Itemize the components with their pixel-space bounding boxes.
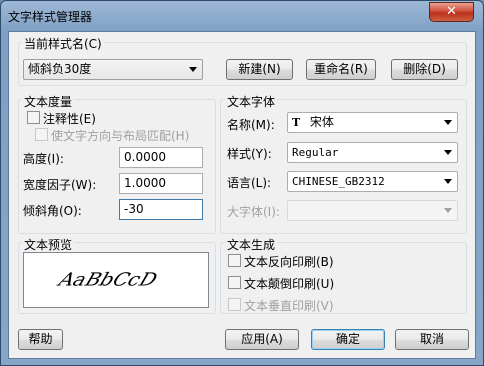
oblique-angle-input[interactable]: -30 bbox=[119, 199, 203, 220]
font-style-value: Regular bbox=[292, 146, 339, 159]
font-name-label: 名称(M): bbox=[227, 118, 275, 132]
chevron-down-icon bbox=[444, 179, 452, 184]
rename-button[interactable]: 重命名(R) bbox=[306, 59, 376, 80]
height-label: 高度(I): bbox=[23, 152, 64, 166]
width-factor-value: 1.0000 bbox=[124, 176, 166, 190]
backwards-label: 文本反向印刷(B) bbox=[244, 255, 334, 269]
big-font-label: 大字体(I): bbox=[227, 205, 280, 219]
truetype-icon: T bbox=[292, 116, 301, 129]
text-generation-title: 文本生成 bbox=[225, 236, 278, 253]
big-font-select[interactable] bbox=[287, 200, 458, 221]
language-label: 语言(L): bbox=[227, 176, 272, 190]
new-button[interactable]: 新建(N) bbox=[226, 59, 293, 80]
chevron-down-icon bbox=[189, 67, 197, 72]
text-preview-title: 文本预览 bbox=[22, 236, 75, 253]
match-orientation-label: 使文字方向与布局匹配(H) bbox=[51, 129, 190, 143]
dialog-window: 文字样式管理器 ✕ 当前样式名(C) 倾斜负30度 新建(N) 重命名(R) 删… bbox=[0, 0, 484, 366]
window-title: 文字样式管理器 bbox=[8, 10, 93, 24]
text-preview-box: AaBbCcD bbox=[23, 252, 209, 308]
vertical-label: 文本垂直印刷(V) bbox=[244, 299, 334, 313]
language-select[interactable]: CHINESE_GB2312 bbox=[287, 171, 458, 192]
font-style-select[interactable]: Regular bbox=[287, 142, 458, 163]
height-input[interactable]: 0.0000 bbox=[119, 147, 203, 168]
close-button[interactable]: ✕ bbox=[429, 2, 474, 22]
upside-down-checkbox[interactable] bbox=[228, 276, 241, 289]
current-style-label: 当前样式名(C) bbox=[22, 35, 104, 52]
language-value: CHINESE_GB2312 bbox=[292, 175, 385, 188]
annotative-checkbox[interactable] bbox=[27, 111, 40, 124]
text-font-title: 文本字体 bbox=[225, 93, 278, 110]
font-style-label: 样式(Y): bbox=[227, 147, 272, 161]
vertical-checkbox[interactable] bbox=[228, 298, 241, 311]
font-name-value: 宋体 bbox=[309, 115, 334, 129]
backwards-checkbox[interactable] bbox=[228, 254, 241, 267]
chevron-down-icon bbox=[444, 150, 452, 155]
chevron-down-icon bbox=[444, 208, 452, 213]
annotative-label: 注释性(E) bbox=[43, 112, 96, 126]
cancel-button[interactable]: 取消 bbox=[395, 329, 469, 350]
upside-down-label: 文本颠倒印刷(U) bbox=[244, 277, 335, 291]
title-bar[interactable]: 文字样式管理器 ✕ bbox=[1, 1, 483, 31]
help-button[interactable]: 帮助 bbox=[18, 329, 63, 350]
preview-sample-text: AaBbCcD bbox=[53, 268, 163, 290]
chevron-down-icon bbox=[444, 120, 452, 125]
dialog-client: 当前样式名(C) 倾斜负30度 新建(N) 重命名(R) 删除(D) 文本度量 … bbox=[8, 31, 476, 359]
ok-button[interactable]: 确定 bbox=[311, 329, 385, 350]
oblique-angle-value: -30 bbox=[124, 202, 144, 216]
apply-button[interactable]: 应用(A) bbox=[225, 329, 299, 350]
text-metrics-title: 文本度量 bbox=[22, 93, 75, 110]
width-factor-input[interactable]: 1.0000 bbox=[119, 173, 203, 194]
oblique-angle-label: 倾斜角(O): bbox=[23, 204, 82, 218]
current-style-value: 倾斜负30度 bbox=[28, 62, 92, 76]
delete-button[interactable]: 删除(D) bbox=[391, 59, 458, 80]
height-value: 0.0000 bbox=[124, 150, 166, 164]
width-factor-label: 宽度因子(W): bbox=[23, 178, 97, 192]
match-orientation-checkbox[interactable] bbox=[35, 128, 48, 141]
font-name-select[interactable]: T 宋体 bbox=[287, 112, 458, 133]
current-style-select[interactable]: 倾斜负30度 bbox=[23, 59, 203, 80]
